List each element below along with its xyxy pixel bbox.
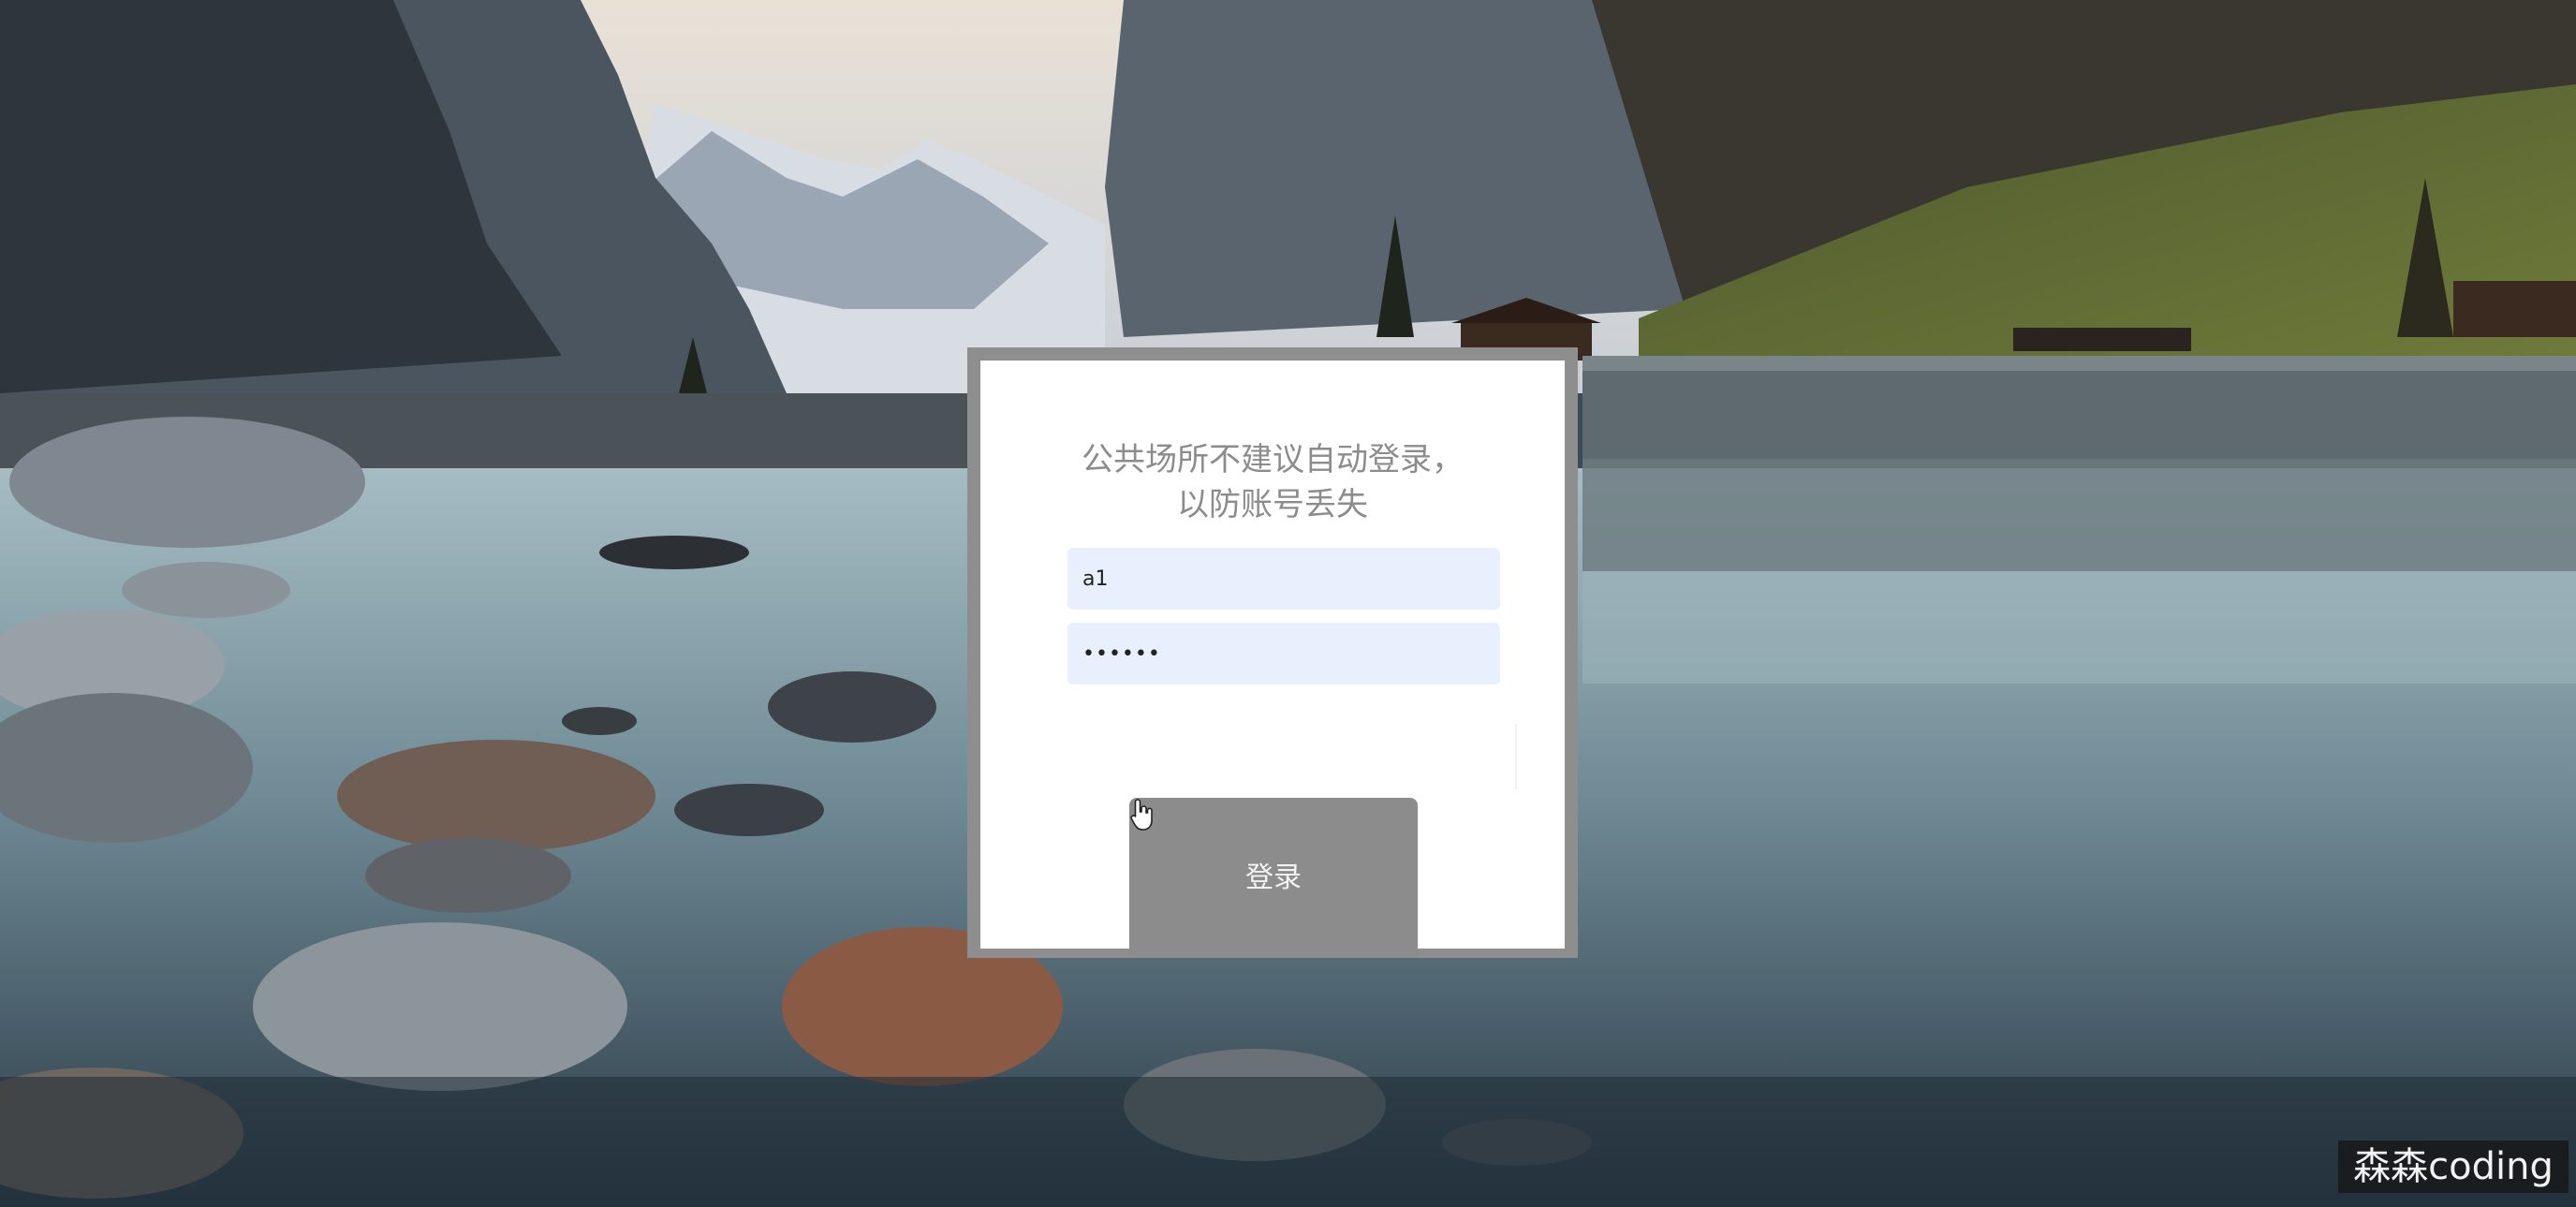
login-button[interactable]: 登录 bbox=[1129, 798, 1418, 958]
notice-line-1: 公共场所不建议自动登录， bbox=[1082, 441, 1464, 478]
notice-line-2: 以防账号丢失 bbox=[1177, 486, 1368, 523]
background-photo: 公共场所不建议自动登录， 以防账号丢失 登录 森森coding bbox=[0, 0, 2576, 1207]
login-button-label: 登录 bbox=[1245, 861, 1302, 894]
password-input[interactable] bbox=[1067, 623, 1500, 684]
auto-login-notice: 公共场所不建议自动登录， 以防账号丢失 bbox=[980, 437, 1565, 527]
channel-watermark: 森森coding bbox=[2338, 1141, 2569, 1193]
divider bbox=[1515, 724, 1517, 789]
hand-pointer-icon bbox=[1130, 799, 1153, 831]
username-input[interactable] bbox=[1067, 548, 1500, 610]
login-card: 公共场所不建议自动登录， 以防账号丢失 登录 bbox=[967, 347, 1578, 958]
watermark-text: 森森coding bbox=[2353, 1145, 2554, 1188]
